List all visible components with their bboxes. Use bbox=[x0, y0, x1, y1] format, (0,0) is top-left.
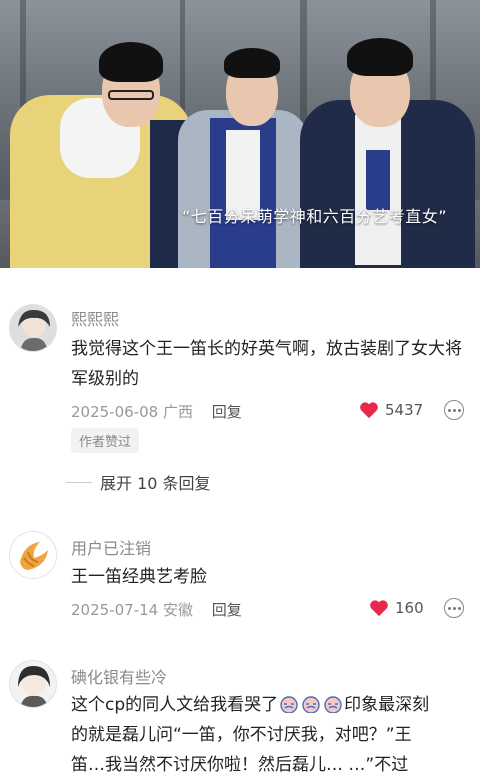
comment-text: 王一笛经典艺考脸 bbox=[71, 567, 207, 587]
like-count: 5437 bbox=[385, 401, 424, 419]
expand-replies-button[interactable]: 展开 10 条回复 bbox=[66, 470, 211, 494]
username[interactable]: 用户已注销 bbox=[71, 535, 151, 559]
comment-location: 安徽 bbox=[162, 601, 193, 619]
author-liked-badge: 作者赞过 bbox=[71, 428, 140, 453]
video-thumbnail[interactable]: “七百分呆萌学神和六百分艺考直女” bbox=[0, 0, 480, 268]
comment-date: 2025-06-08 bbox=[71, 403, 159, 421]
username[interactable]: 熙熙熙 bbox=[71, 306, 119, 330]
croissant-icon bbox=[10, 532, 56, 578]
username[interactable]: 碘化银有些冷 bbox=[71, 664, 167, 688]
comment-text: 这个cp的同人文给我看哭了 印象最深刻 的就是磊儿问“一笛，你不讨厌我，对吧？”王… bbox=[71, 690, 471, 780]
heart-icon bbox=[370, 600, 388, 617]
anime-avatar-icon bbox=[10, 661, 56, 707]
anime-avatar-icon bbox=[10, 305, 56, 351]
avatar[interactable] bbox=[9, 531, 57, 579]
more-icon[interactable] bbox=[444, 400, 464, 420]
like-count: 160 bbox=[395, 599, 424, 617]
comment-text: 我觉得这个王一笛长的好英气啊，放古装剧了女大将军级别的 bbox=[71, 339, 462, 389]
video-caption: “七百分呆萌学神和六百分艺考直女” bbox=[182, 207, 448, 226]
more-icon[interactable] bbox=[444, 598, 464, 618]
crying-emoji-icon bbox=[302, 696, 320, 713]
heart-icon bbox=[360, 402, 378, 419]
crying-emoji-icon bbox=[324, 696, 342, 713]
divider bbox=[66, 481, 92, 483]
comment-text-line: 印象最深刻 bbox=[344, 695, 430, 715]
comment-text-line: 的就是磊儿问“一笛，你不讨厌我，对吧？”王 bbox=[71, 725, 412, 745]
like-button[interactable]: 5437 bbox=[359, 401, 423, 419]
comment-meta: 2025-07-14 安徽 回复 bbox=[71, 599, 242, 620]
avatar[interactable] bbox=[9, 304, 57, 352]
crying-emoji-icon bbox=[280, 696, 298, 713]
reply-button[interactable]: 回复 bbox=[212, 403, 242, 421]
like-button[interactable]: 160 bbox=[369, 599, 424, 617]
comment-meta: 2025-06-08 广西 回复 bbox=[71, 401, 242, 422]
comment-text-line: 笛…我当然不讨厌你啦！然后磊儿… …”不过 bbox=[71, 755, 409, 775]
comment-location: 广西 bbox=[162, 403, 193, 421]
comment-text-line: 这个cp的同人文给我看哭了 bbox=[71, 695, 279, 715]
avatar[interactable] bbox=[9, 660, 57, 708]
expand-replies-label: 展开 10 条回复 bbox=[100, 474, 211, 493]
reply-button[interactable]: 回复 bbox=[212, 601, 242, 619]
comment-date: 2025-07-14 bbox=[71, 601, 159, 619]
